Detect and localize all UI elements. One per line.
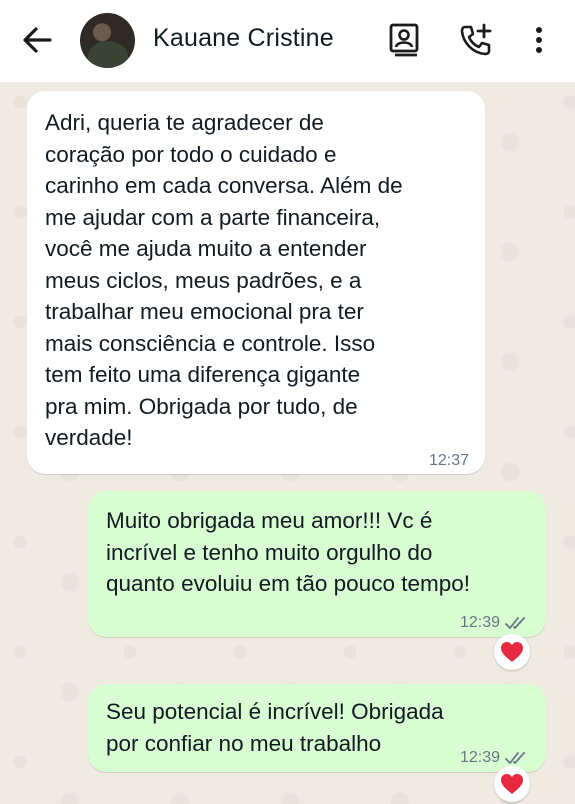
message-text: Seu potencial é incrível! Obrigada por c… bbox=[106, 699, 444, 756]
reaction-badge[interactable] bbox=[494, 634, 530, 670]
contact-card-icon[interactable] bbox=[386, 22, 422, 58]
double-check-icon bbox=[505, 751, 525, 764]
message-meta: 12:39 bbox=[460, 607, 530, 639]
add-call-icon[interactable] bbox=[458, 22, 494, 58]
message-time: 12:39 bbox=[459, 614, 500, 631]
heart-icon bbox=[501, 642, 523, 662]
double-check-icon bbox=[505, 616, 525, 629]
message-text: Adri, queria te agradecer de coração por… bbox=[45, 110, 403, 450]
chat-header: Kauane Cristine bbox=[0, 0, 575, 82]
heart-icon bbox=[501, 774, 523, 794]
more-vertical-icon[interactable] bbox=[524, 22, 554, 58]
outgoing-message[interactable]: Muito obrigada meu amor!!! Vc é incrível… bbox=[88, 491, 546, 637]
reaction-badge[interactable] bbox=[494, 766, 530, 802]
message-meta: 12:37 bbox=[429, 445, 469, 477]
message-time: 12:37 bbox=[428, 452, 469, 469]
message-time: 12:39 bbox=[459, 749, 500, 766]
back-arrow-icon[interactable] bbox=[16, 22, 56, 58]
outgoing-message[interactable]: Seu potencial é incrível! Obrigada por c… bbox=[88, 684, 546, 772]
incoming-message[interactable]: Adri, queria te agradecer de coração por… bbox=[27, 91, 485, 474]
message-text: Muito obrigada meu amor!!! Vc é incrível… bbox=[106, 508, 470, 596]
avatar[interactable] bbox=[80, 13, 135, 68]
contact-name[interactable]: Kauane Cristine bbox=[153, 24, 334, 53]
